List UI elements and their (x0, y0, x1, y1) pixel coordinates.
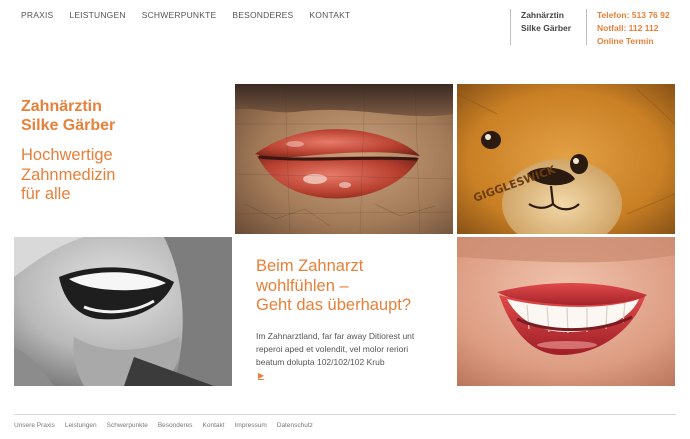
footer-link-kontakt[interactable]: Kontakt (203, 422, 225, 429)
hero-title-line1: Zahnärztin (21, 98, 102, 115)
laughing-man-image (14, 237, 232, 386)
header-name-line2: Silke Gärber (521, 23, 572, 33)
feature-body-line1: Im Zahnarztland, far far away Ditiorest … (256, 330, 415, 341)
header-emergency: Notfall: 112 112 (597, 23, 659, 33)
nav-item-leistungen[interactable]: LEISTUNGEN (69, 10, 125, 20)
online-appointment-link[interactable]: Online Termin (597, 35, 670, 48)
hero-title: Zahnärztin Silke Gärber (21, 97, 115, 135)
footer-link-schwerpunkte[interactable]: Schwerpunkte (107, 422, 148, 429)
hero-subtitle-line2: Zahnmedizin (21, 165, 116, 184)
feature-body-line2: reperoi aped et volendit, vel molor reri… (256, 343, 409, 354)
read-more-arrow-icon[interactable]: ▶ (258, 371, 264, 380)
feature-body-line3: beatum dolupta 102/102/102 Krub ▶ (256, 356, 451, 382)
footer-link-unsere-praxis[interactable]: Unsere Praxis (14, 422, 55, 429)
feature-title-line1: Beim Zahnarzt (256, 257, 364, 275)
painted-lips-image (235, 84, 453, 234)
feature-title-line3: Geht das überhaupt? (256, 296, 412, 314)
footer-link-datenschutz[interactable]: Datenschutz (277, 422, 313, 429)
nav-item-praxis[interactable]: PRAXIS (21, 10, 53, 20)
feature-body: Im Zahnarztland, far far away Ditiorest … (256, 330, 451, 382)
footer-nav: Unsere Praxis Leistungen Schwerpunkte Be… (14, 422, 323, 429)
hero-subtitle: Hochwertige Zahnmedizin für alle (21, 146, 115, 205)
nav-item-besonderes[interactable]: BESONDERES (232, 10, 293, 20)
header-contact: Telefon: 513 76 92 Notfall: 112 112 Onli… (586, 9, 670, 48)
header-phone: Telefon: 513 76 92 (597, 10, 670, 20)
header-name-line1: Zahnärztin (521, 10, 564, 20)
footer-divider (14, 414, 676, 415)
teddy-bear-image: GIGGLESWICK (457, 84, 675, 234)
feature-title-line2: wohlfühlen – (256, 276, 349, 295)
footer-link-besonderes[interactable]: Besonderes (158, 422, 193, 429)
smiling-mouth-image (457, 237, 675, 386)
hero-title-line2: Silke Gärber (21, 117, 116, 134)
footer-link-impressum[interactable]: Impressum (235, 422, 267, 429)
page: PRAXIS LEISTUNGEN SCHWERPUNKTE BESONDERE… (0, 0, 690, 439)
feature-block: Beim Zahnarzt wohlfühlen – Geht das über… (256, 257, 451, 382)
main-nav: PRAXIS LEISTUNGEN SCHWERPUNKTE BESONDERE… (21, 10, 366, 20)
nav-item-schwerpunkte[interactable]: SCHWERPUNKTE (142, 10, 217, 20)
feature-title: Beim Zahnarzt wohlfühlen – Geht das über… (256, 257, 451, 316)
hero-subtitle-line1: Hochwertige (21, 146, 113, 164)
footer-link-leistungen[interactable]: Leistungen (65, 422, 97, 429)
hero-subtitle-line3: für alle (21, 185, 71, 203)
nav-item-kontakt[interactable]: KONTAKT (309, 10, 350, 20)
feature-body-line3-text: beatum dolupta 102/102/102 Krub (256, 356, 385, 367)
header-practice-name: Zahnärztin Silke Gärber (510, 9, 571, 45)
